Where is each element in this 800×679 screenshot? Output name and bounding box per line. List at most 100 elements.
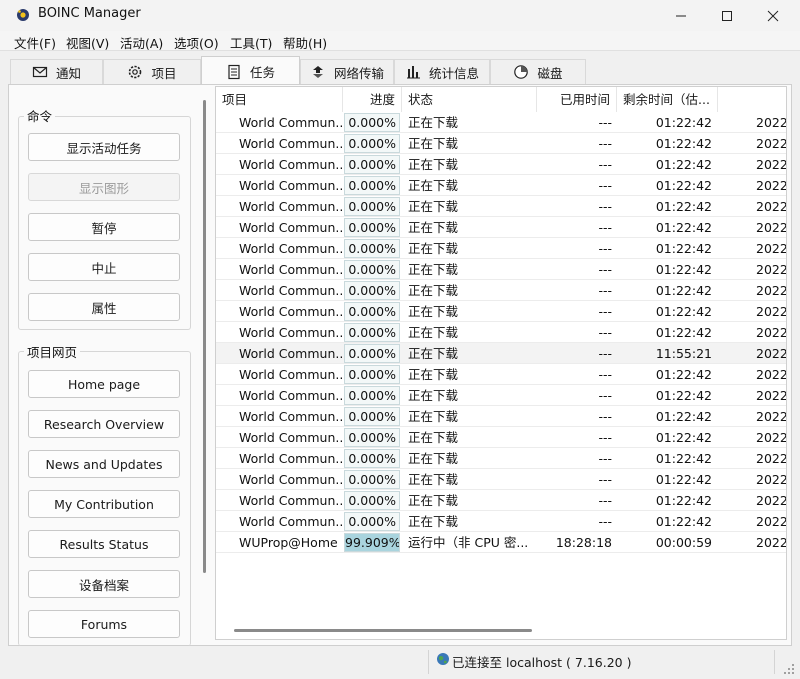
task-progress: 0.000% [348,178,396,193]
menu-help[interactable]: 帮助(H) [283,33,327,52]
table-row[interactable]: World Commun... 0.000% 正在下载 --- 01:22:42 2022 [216,133,786,154]
task-progress-bar: 0.000% [344,239,400,258]
table-row[interactable]: World Commun... 0.000% 正在下载 --- 01:22:42 2022 [216,217,786,238]
task-elapsed: --- [598,367,612,382]
table-row[interactable]: World Commun... 0.000% 正在下载 --- 01:22:42 2022 [216,406,787,427]
task-status: 正在下载 [408,136,459,151]
task-project: World Commun... [239,346,343,361]
suspend-button[interactable]: 暂停 [28,213,180,241]
device-profile-button[interactable]: 设备档案 [28,570,180,598]
table-row[interactable]: World Commun... 0.000% 正在下载 --- 01:22:42 2022 [216,427,786,448]
column-status[interactable]: 状态 [402,87,537,112]
bar-chart-icon [406,66,420,79]
column-progress[interactable]: 进度 [343,87,402,112]
my-contribution-button[interactable]: My Contribution [28,490,180,518]
task-progress: 99.909% [345,535,400,550]
task-elapsed: --- [598,115,612,130]
task-remaining: 01:22:42 [655,199,712,214]
show-active-tasks-button[interactable]: 显示活动任务 [28,133,180,161]
task-remaining: 01:22:42 [655,325,712,340]
table-row[interactable]: World Commun... 0.000% 正在下载 --- 01:22:42 2022 [216,322,786,343]
table-row[interactable]: World Commun... 0.000% 正在下载 --- 01:22:42 2022 [216,490,786,511]
task-remaining: 01:22:42 [655,136,712,151]
results-status-button[interactable]: Results Status [28,530,180,558]
task-progress-bar: 0.000% [344,449,400,468]
task-progress: 0.000% [348,325,396,340]
resize-grip-icon[interactable] [780,660,796,676]
task-elapsed: --- [598,304,612,319]
task-status: 正在下载 [408,220,459,235]
table-row[interactable]: World Commun... 0.000% 正在下载 --- 01:22:42 2022 [216,385,786,406]
close-button[interactable] [750,0,796,31]
horizontal-scrollbar[interactable] [234,629,532,632]
table-row[interactable]: World Commun... 0.000% 正在下载 --- 01:22:42 2022 [216,196,786,217]
task-remaining: 01:22:42 [655,388,712,403]
table-row[interactable]: World Commun... 0.000% 正在下载 --- 01:22:42 2022 [216,112,786,133]
task-project: WUProp@Home [239,535,338,550]
table-row[interactable]: World Commun... 0.000% 正在下载 --- 01:22:42 2022 [216,364,786,385]
properties-button[interactable]: 属性 [28,293,180,321]
column-project[interactable]: 项目 [216,87,343,112]
table-row[interactable]: World Commun... 0.000% 正在下载 --- 01:22:42 2022 [216,175,787,196]
task-elapsed: --- [598,157,612,172]
task-project: World Commun... [239,157,343,172]
show-graphics-button[interactable]: 显示图形 [28,173,180,201]
task-deadline: 2022 [756,178,787,193]
maximize-button[interactable] [704,0,750,31]
task-elapsed: --- [598,346,612,361]
task-deadline: 2022 [756,409,787,424]
menu-view[interactable]: 视图(V) [66,33,109,52]
table-row[interactable]: World Commun... 0.000% 正在下载 --- 01:22:42 2022 [216,280,786,301]
menu-file[interactable]: 文件(F) [14,33,56,52]
minimize-button[interactable] [658,0,704,31]
menu-activity[interactable]: 活动(A) [120,33,163,52]
tab-transfers[interactable]: 网络传输 [300,59,394,84]
tab-projects[interactable]: 项目 [103,59,201,84]
table-row[interactable]: World Commun... 0.000% 正在下载 --- 01:22:42 2022 [216,469,786,490]
task-progress: 0.000% [348,220,396,235]
home-page-button[interactable]: Home page [28,370,180,398]
table-row[interactable]: WUProp@Home 99.909% 运行中（非 CPU 密... 18:28:18… [216,532,786,553]
task-remaining: 00:00:59 [655,535,712,550]
task-progress-bar: 0.000% [344,491,400,510]
tab-disk[interactable]: 磁盘 [490,59,586,84]
task-remaining: 01:22:42 [655,262,712,277]
column-remaining[interactable]: 剩余时间（估... [617,87,718,112]
task-status: 正在下载 [408,514,459,529]
table-row[interactable]: World Commun... 0.000% 正在下载 --- 01:22:42 2022 [216,301,786,322]
menu-tools[interactable]: 工具(T) [230,33,272,52]
news-and-updates-button[interactable]: News and Updates [28,450,180,478]
abort-button[interactable]: 中止 [28,253,180,281]
tab-tasks[interactable]: 任务 [201,56,300,86]
task-progress-bar: 0.000% [344,176,400,195]
close-icon [767,10,779,21]
task-status: 正在下载 [408,493,459,508]
maximize-icon [722,10,732,21]
task-elapsed: --- [598,388,612,403]
disk-icon [514,65,529,79]
tab-statistics[interactable]: 统计信息 [394,59,490,84]
menu-options[interactable]: 选项(O) [174,33,219,52]
research-overview-button[interactable]: Research Overview [28,410,180,438]
task-remaining: 01:22:42 [655,241,712,256]
table-row[interactable]: World Commun... 0.000% 正在下载 --- 11:55:21 2022 [216,343,786,364]
table-row[interactable]: World Commun... 0.000% 正在下载 --- 01:22:42 2022 [216,448,786,469]
table-row[interactable]: World Commun... 0.000% 正在下载 --- 01:22:42 2022 [216,511,786,532]
task-progress-bar: 0.000% [344,512,400,531]
task-progress: 0.000% [348,346,396,361]
forums-button[interactable]: Forums [28,610,180,638]
window-title: BOINC Manager [38,6,141,21]
task-remaining: 01:22:42 [655,178,712,193]
table-row[interactable]: World Commun... 0.000% 正在下载 --- 01:22:42 2022 [216,238,786,259]
task-progress-bar: 0.000% [344,365,400,384]
left-panel-scrollbar[interactable] [203,100,206,573]
task-project: World Commun... [239,493,343,508]
tab-label: 通知 [55,65,81,81]
table-row[interactable]: World Commun... 0.000% 正在下载 --- 01:22:42 2022 [216,154,786,175]
task-progress: 0.000% [348,115,396,130]
task-status: 正在下载 [408,115,459,130]
table-row[interactable]: World Commun... 0.000% 正在下载 --- 01:22:42 2022 [216,259,786,280]
tab-notices[interactable]: 通知 [10,59,103,84]
task-project: World Commun... [239,178,343,193]
column-elapsed[interactable]: 已用时间 [537,87,617,112]
